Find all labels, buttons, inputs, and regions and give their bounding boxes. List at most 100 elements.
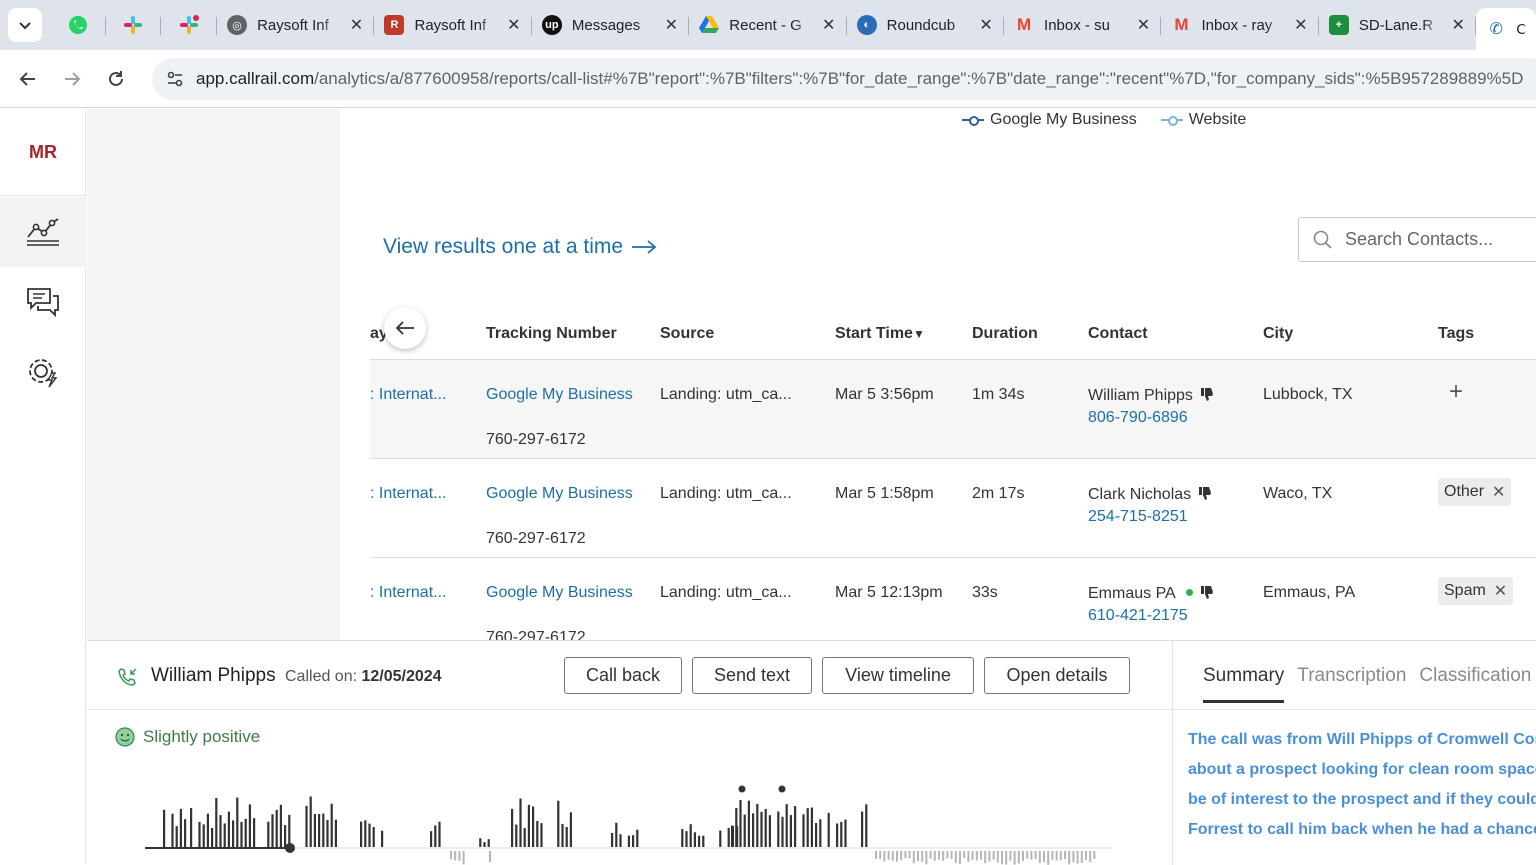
- open-details-button[interactable]: Open details: [984, 657, 1130, 694]
- table-row[interactable]: : Internat... Google My Business 760-297…: [370, 360, 1536, 459]
- column-header-city[interactable]: City: [1263, 325, 1293, 343]
- waveform-bar: [569, 812, 572, 847]
- rail-item-conversations[interactable]: [0, 267, 86, 337]
- waveform-bar: [253, 818, 256, 847]
- tag-chip-other[interactable]: Other ✕: [1438, 478, 1512, 506]
- close-icon[interactable]: ✕: [663, 15, 679, 35]
- pinned-tab-whatsapp[interactable]: [50, 7, 106, 43]
- waveform-bar: [984, 851, 987, 864]
- browser-tab-active[interactable]: ✆ C: [1476, 8, 1536, 50]
- column-header-duration[interactable]: Duration: [972, 325, 1038, 343]
- waveform-bar: [1017, 851, 1020, 864]
- site-settings-icon[interactable]: [164, 68, 186, 90]
- column-header-contact[interactable]: Contact: [1088, 325, 1148, 343]
- waveform-bar: [1059, 851, 1062, 861]
- send-text-button[interactable]: Send text: [692, 657, 812, 694]
- waveform-bar: [1013, 851, 1016, 865]
- waveform-bar: [698, 835, 701, 847]
- waveform-bar: [163, 809, 166, 847]
- forward-button[interactable]: [50, 57, 94, 101]
- close-icon[interactable]: ✕: [348, 15, 364, 35]
- close-icon[interactable]: ✕: [1450, 15, 1466, 35]
- browser-tab[interactable]: M Inbox - ray ✕: [1161, 7, 1319, 43]
- close-icon[interactable]: ✕: [821, 15, 837, 35]
- contact-name[interactable]: Emmaus PA: [1088, 584, 1215, 603]
- browser-tab[interactable]: R Raysoft Inf ✕: [374, 7, 532, 43]
- add-tag-plus-icon[interactable]: +: [1449, 378, 1463, 406]
- waveform-bar: [372, 827, 375, 847]
- tab-transcription[interactable]: Transcription: [1297, 665, 1406, 687]
- back-button[interactable]: [6, 57, 50, 101]
- rail-item-analytics[interactable]: [0, 197, 86, 267]
- call-detail-panel: William Phipps Called on: 12/05/2024 Cal…: [87, 640, 1536, 865]
- remove-tag-icon[interactable]: ✕: [1492, 482, 1505, 502]
- pinned-tab-slack-1[interactable]: [106, 7, 162, 43]
- start-time-label: Start Time: [835, 325, 913, 342]
- waveform-bar: [479, 838, 482, 847]
- table-row[interactable]: : Internat... Google My Business 760-297…: [370, 558, 1536, 640]
- waveform-bar: [980, 851, 982, 860]
- avatar[interactable]: MR: [0, 109, 86, 196]
- waveform-bar: [198, 821, 201, 847]
- column-header-start-time[interactable]: Start Time▼: [835, 325, 925, 343]
- contact-phone-link[interactable]: 610-421-2175: [1088, 607, 1188, 625]
- tag-chip-spam[interactable]: Spam ✕: [1438, 577, 1514, 605]
- browser-tab[interactable]: M Inbox - su ✕: [1004, 7, 1162, 43]
- tab-classification[interactable]: Classification: [1419, 665, 1531, 687]
- remove-tag-icon[interactable]: ✕: [1494, 581, 1507, 601]
- column-header-tags[interactable]: Tags: [1438, 325, 1474, 343]
- pinned-tab-slack-2[interactable]: [161, 7, 217, 43]
- tracking-name-link[interactable]: Google My Business: [486, 584, 633, 602]
- contact-name[interactable]: William Phipps: [1088, 386, 1215, 405]
- contact-name[interactable]: Clark Nicholas: [1088, 485, 1213, 504]
- view-results-one-at-a-time-link[interactable]: View results one at a time: [383, 235, 657, 259]
- legend-item-website[interactable]: Website: [1160, 111, 1246, 129]
- company-link[interactable]: : Internat...: [370, 386, 446, 404]
- audio-waveform[interactable]: [145, 779, 1115, 865]
- waveform-bar: [536, 821, 539, 847]
- search-icon: [1313, 230, 1332, 249]
- tab-summary[interactable]: Summary: [1203, 665, 1285, 703]
- playhead-handle[interactable]: [285, 843, 295, 853]
- company-link[interactable]: : Internat...: [370, 584, 446, 602]
- close-icon[interactable]: ✕: [1293, 15, 1309, 35]
- rail-item-settings[interactable]: [0, 337, 86, 407]
- browser-tab[interactable]: + SD-Lane.R ✕: [1319, 7, 1477, 43]
- browser-tab[interactable]: ◐ Roundcub ✕: [847, 7, 1005, 43]
- call-back-button[interactable]: Call back: [564, 657, 682, 694]
- url-omnibox[interactable]: app.callrail.com/analytics/a/877600958/r…: [152, 58, 1536, 100]
- url-host: app.callrail.com: [196, 69, 315, 88]
- waveform-bar: [632, 835, 635, 847]
- close-icon[interactable]: ✕: [978, 15, 994, 35]
- column-header-source[interactable]: Source: [660, 325, 714, 343]
- legend-item-google-my-business[interactable]: Google My Business: [962, 111, 1137, 129]
- table-row[interactable]: : Internat... Google My Business 760-297…: [370, 459, 1536, 558]
- waveform-bar: [364, 820, 367, 847]
- call-summary-text: The call was from Will Phipps of Cromwel…: [1188, 725, 1536, 845]
- waveform-bar: [190, 808, 193, 847]
- close-icon[interactable]: ✕: [1135, 15, 1151, 35]
- browser-tab[interactable]: up Messages ✕: [532, 7, 690, 43]
- scroll-left-button[interactable]: [384, 307, 426, 349]
- search-contacts-input[interactable]: [1345, 229, 1536, 250]
- called-on-date: 12/05/2024: [361, 668, 442, 685]
- browser-tab[interactable]: ◎ Raysoft Inf ✕: [217, 7, 375, 43]
- column-header-tracking-number[interactable]: Tracking Number: [486, 325, 617, 343]
- browser-tab[interactable]: Recent - G ✕: [689, 7, 847, 43]
- company-link[interactable]: : Internat...: [370, 485, 446, 503]
- contact-phone-link[interactable]: 806-790-6896: [1088, 409, 1188, 427]
- tracking-name-link[interactable]: Google My Business: [486, 386, 633, 404]
- reload-button[interactable]: [94, 57, 138, 101]
- waveform-bar: [430, 831, 433, 847]
- waveform-bar: [627, 835, 630, 847]
- contact-phone-link[interactable]: 254-715-8251: [1088, 508, 1188, 526]
- tab-search-dropdown[interactable]: [8, 8, 42, 42]
- tracking-name-link[interactable]: Google My Business: [486, 485, 633, 503]
- search-contacts-box[interactable]: [1298, 217, 1536, 262]
- close-icon[interactable]: ✕: [506, 15, 522, 35]
- waveform-bar: [438, 821, 441, 847]
- tab-title: Recent - G: [729, 16, 802, 34]
- waveform-bar: [454, 851, 457, 861]
- waveform-bar: [760, 811, 763, 847]
- view-timeline-button[interactable]: View timeline: [822, 657, 974, 694]
